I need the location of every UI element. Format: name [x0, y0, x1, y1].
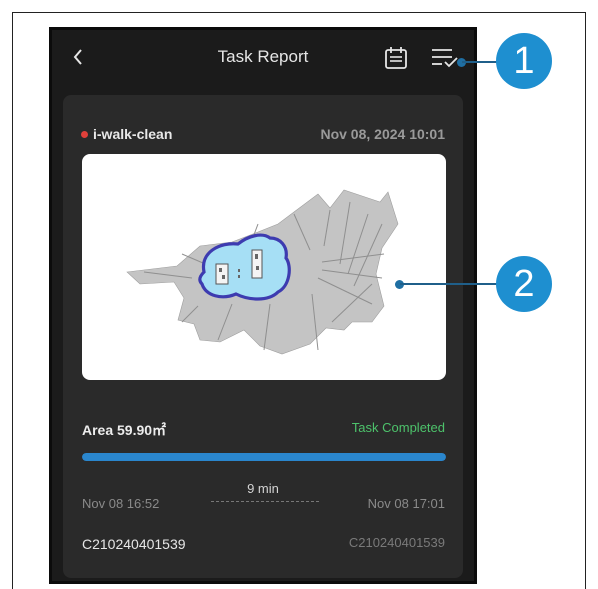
- phone-screen: Task Report i-walk-clean Nov 08, 2024 10…: [49, 27, 477, 584]
- app-header: Task Report: [52, 30, 474, 86]
- start-time: Nov 08 16:52: [82, 496, 160, 511]
- robot-serial-number: C210240401539: [82, 536, 186, 552]
- callout-badge-1: 1: [496, 33, 552, 89]
- callout-2-line: [400, 283, 500, 285]
- task-progress-fill: [82, 453, 446, 461]
- task-status: Task Completed: [351, 420, 445, 435]
- robot-name: i-walk-clean: [93, 126, 173, 142]
- robot-status-dot: [81, 130, 88, 138]
- document-border-right: [585, 12, 586, 589]
- page-title: Task Report: [217, 47, 309, 66]
- calendar-icon: [385, 47, 407, 69]
- cleaning-map-image: [126, 189, 399, 355]
- robot-name-row: i-walk-clean: [81, 126, 172, 142]
- calendar-button[interactable]: [383, 45, 409, 71]
- task-datetime: Nov 08, 2024 10:01: [320, 126, 445, 142]
- cleaning-map[interactable]: [82, 154, 446, 380]
- filter-list-check-icon: [432, 49, 458, 68]
- task-report-card[interactable]: i-walk-clean Nov 08, 2024 10:01 Area 59.…: [63, 95, 463, 578]
- task-progress-bar: [82, 453, 446, 461]
- area-value: Area 59.90㎡: [82, 422, 167, 438]
- duration-divider: [211, 501, 319, 502]
- filter-button[interactable]: [430, 46, 460, 70]
- robot-serial-secondary: C210240401539: [348, 535, 445, 550]
- document-border-top: [12, 12, 586, 13]
- document-border-left: [12, 12, 13, 589]
- task-duration: 9 min: [247, 481, 279, 496]
- end-time: Nov 08 17:01: [367, 496, 445, 511]
- callout-badge-2: 2: [496, 256, 552, 312]
